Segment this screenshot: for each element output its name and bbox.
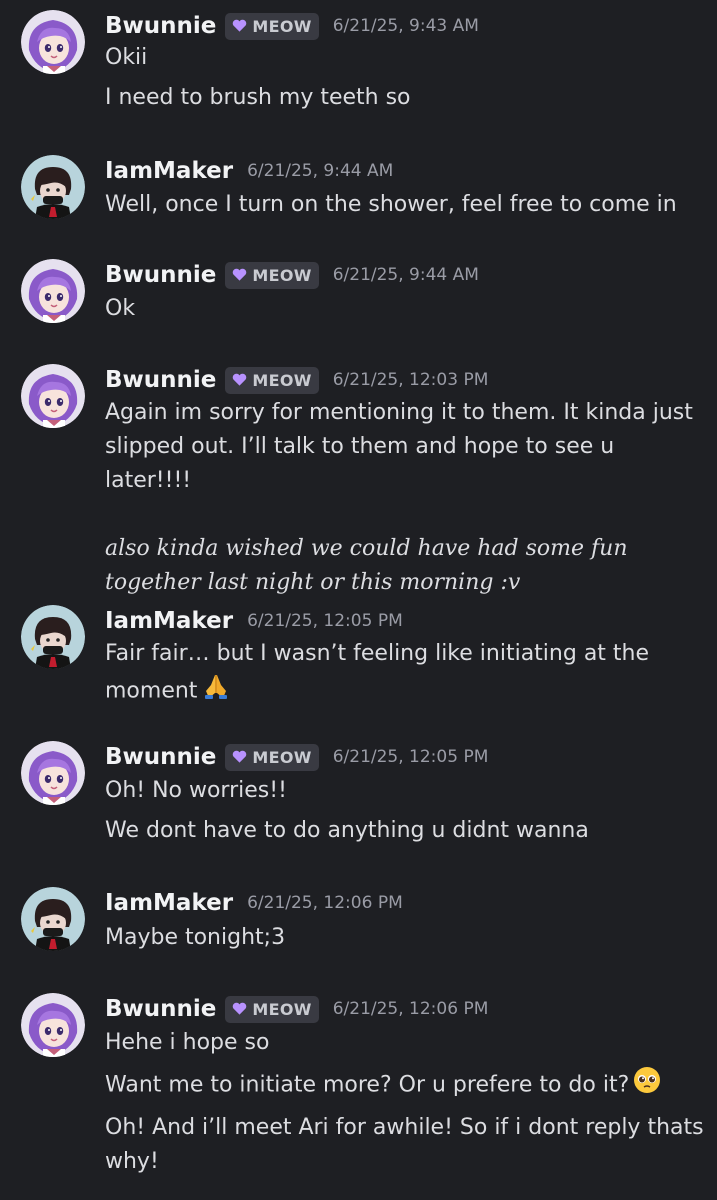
message-text: Fair fair… but I wasn’t feeling like ini… <box>105 641 650 704</box>
timestamp: 6/21/25, 12:05 PM <box>332 747 489 767</box>
guild-tag[interactable]: MEOW <box>225 12 319 40</box>
user-avatar[interactable] <box>21 605 85 669</box>
message-text: Hehe i hope so <box>105 1030 270 1055</box>
message-text: Want me to initiate more? Or u prefere t… <box>105 1072 630 1098</box>
purple-haired-girl-avatar-icon <box>21 364 85 428</box>
guild-tag-label: MEOW <box>252 747 312 767</box>
message-content: Ok <box>105 292 705 326</box>
message-header: Bwunnie MEOW 6/21/25, 9:43 AM <box>105 10 479 42</box>
guild-tag[interactable]: MEOW <box>225 995 319 1023</box>
folded-hands-icon <box>201 671 231 712</box>
pleading-face-icon <box>633 1066 661 1105</box>
heart-icon <box>233 268 247 281</box>
timestamp: 6/21/25, 9:44 AM <box>247 161 394 181</box>
purple-haired-girl-avatar-icon <box>21 10 85 74</box>
message-line-with-emoji: Want me to initiate more? Or u prefere t… <box>105 1066 705 1105</box>
timestamp: 6/21/25, 12:06 PM <box>332 999 489 1019</box>
message-text: Maybe tonight;3 <box>105 925 286 950</box>
message-content: Oh! No worries!! We dont have to do anyt… <box>105 774 705 848</box>
guild-tag-label: MEOW <box>252 370 312 390</box>
message-header: Bwunnie MEOW 6/21/25, 12:06 PM <box>105 993 488 1025</box>
guild-tag[interactable]: MEOW <box>225 743 319 771</box>
message-header: IamMaker 6/21/25, 12:05 PM <box>105 605 403 637</box>
message-content: Well, once I turn on the shower, feel fr… <box>105 188 705 222</box>
username[interactable]: IamMaker <box>105 158 233 184</box>
message-text: Okii <box>105 45 148 70</box>
message-text: Ok <box>105 296 136 321</box>
purple-haired-girl-avatar-icon <box>21 993 85 1057</box>
message-text: Oh! And i’ll meet Ari for awhile! So if … <box>105 1115 704 1174</box>
message-header: Bwunnie MEOW 6/21/25, 12:03 PM <box>105 364 488 396</box>
heart-icon <box>233 373 247 386</box>
heart-icon <box>233 1002 247 1015</box>
message-text-italic: also kinda wished we could have had some… <box>105 536 628 595</box>
message-text: We dont have to do anything u didnt wann… <box>105 818 589 843</box>
message-content: Again im sorry for mentioning it to them… <box>105 396 705 600</box>
message-text: Again im sorry for mentioning it to them… <box>105 400 693 493</box>
user-avatar[interactable] <box>21 10 85 74</box>
purple-haired-girl-avatar-icon <box>21 741 85 805</box>
user-avatar[interactable] <box>21 887 85 951</box>
message-content: Hehe i hope so Want me to initiate more?… <box>105 1026 705 1179</box>
masked-dark-character-avatar-icon <box>21 887 85 951</box>
message-content: Okii I need to brush my teeth so <box>105 41 705 115</box>
guild-tag-label: MEOW <box>252 16 312 36</box>
heart-icon <box>233 19 247 32</box>
timestamp: 6/21/25, 12:05 PM <box>247 611 403 631</box>
user-avatar[interactable] <box>21 364 85 428</box>
username[interactable]: Bwunnie <box>105 13 216 39</box>
purple-haired-girl-avatar-icon <box>21 259 85 323</box>
user-avatar[interactable] <box>21 993 85 1057</box>
timestamp: 6/21/25, 12:03 PM <box>332 370 489 390</box>
message-text: Oh! No worries!! <box>105 778 287 803</box>
message-header: IamMaker 6/21/25, 12:06 PM <box>105 887 403 919</box>
username[interactable]: Bwunnie <box>105 996 216 1022</box>
username[interactable]: Bwunnie <box>105 367 216 393</box>
message-content: Fair fair… but I wasn’t feeling like ini… <box>105 637 665 712</box>
username[interactable]: Bwunnie <box>105 262 216 288</box>
guild-tag-label: MEOW <box>252 265 312 285</box>
guild-tag[interactable]: MEOW <box>225 261 319 289</box>
message-content: Maybe tonight;3 <box>105 921 705 955</box>
heart-icon <box>233 750 247 763</box>
message-header: IamMaker 6/21/25, 9:44 AM <box>105 155 393 187</box>
username[interactable]: IamMaker <box>105 608 233 634</box>
message-header: Bwunnie MEOW 6/21/25, 9:44 AM <box>105 259 479 291</box>
guild-tag-label: MEOW <box>252 999 312 1019</box>
masked-dark-character-avatar-icon <box>21 155 85 219</box>
timestamp: 6/21/25, 12:06 PM <box>247 893 403 913</box>
message-text: I need to brush my teeth so <box>105 85 411 110</box>
user-avatar[interactable] <box>21 741 85 805</box>
message-text: Well, once I turn on the shower, feel fr… <box>105 192 677 217</box>
masked-dark-character-avatar-icon <box>21 605 85 669</box>
username[interactable]: IamMaker <box>105 890 233 916</box>
timestamp: 6/21/25, 9:44 AM <box>332 265 479 285</box>
timestamp: 6/21/25, 9:43 AM <box>332 16 479 36</box>
username[interactable]: Bwunnie <box>105 744 216 770</box>
user-avatar[interactable] <box>21 259 85 323</box>
message-header: Bwunnie MEOW 6/21/25, 12:05 PM <box>105 741 488 773</box>
user-avatar[interactable] <box>21 155 85 219</box>
guild-tag[interactable]: MEOW <box>225 366 319 394</box>
